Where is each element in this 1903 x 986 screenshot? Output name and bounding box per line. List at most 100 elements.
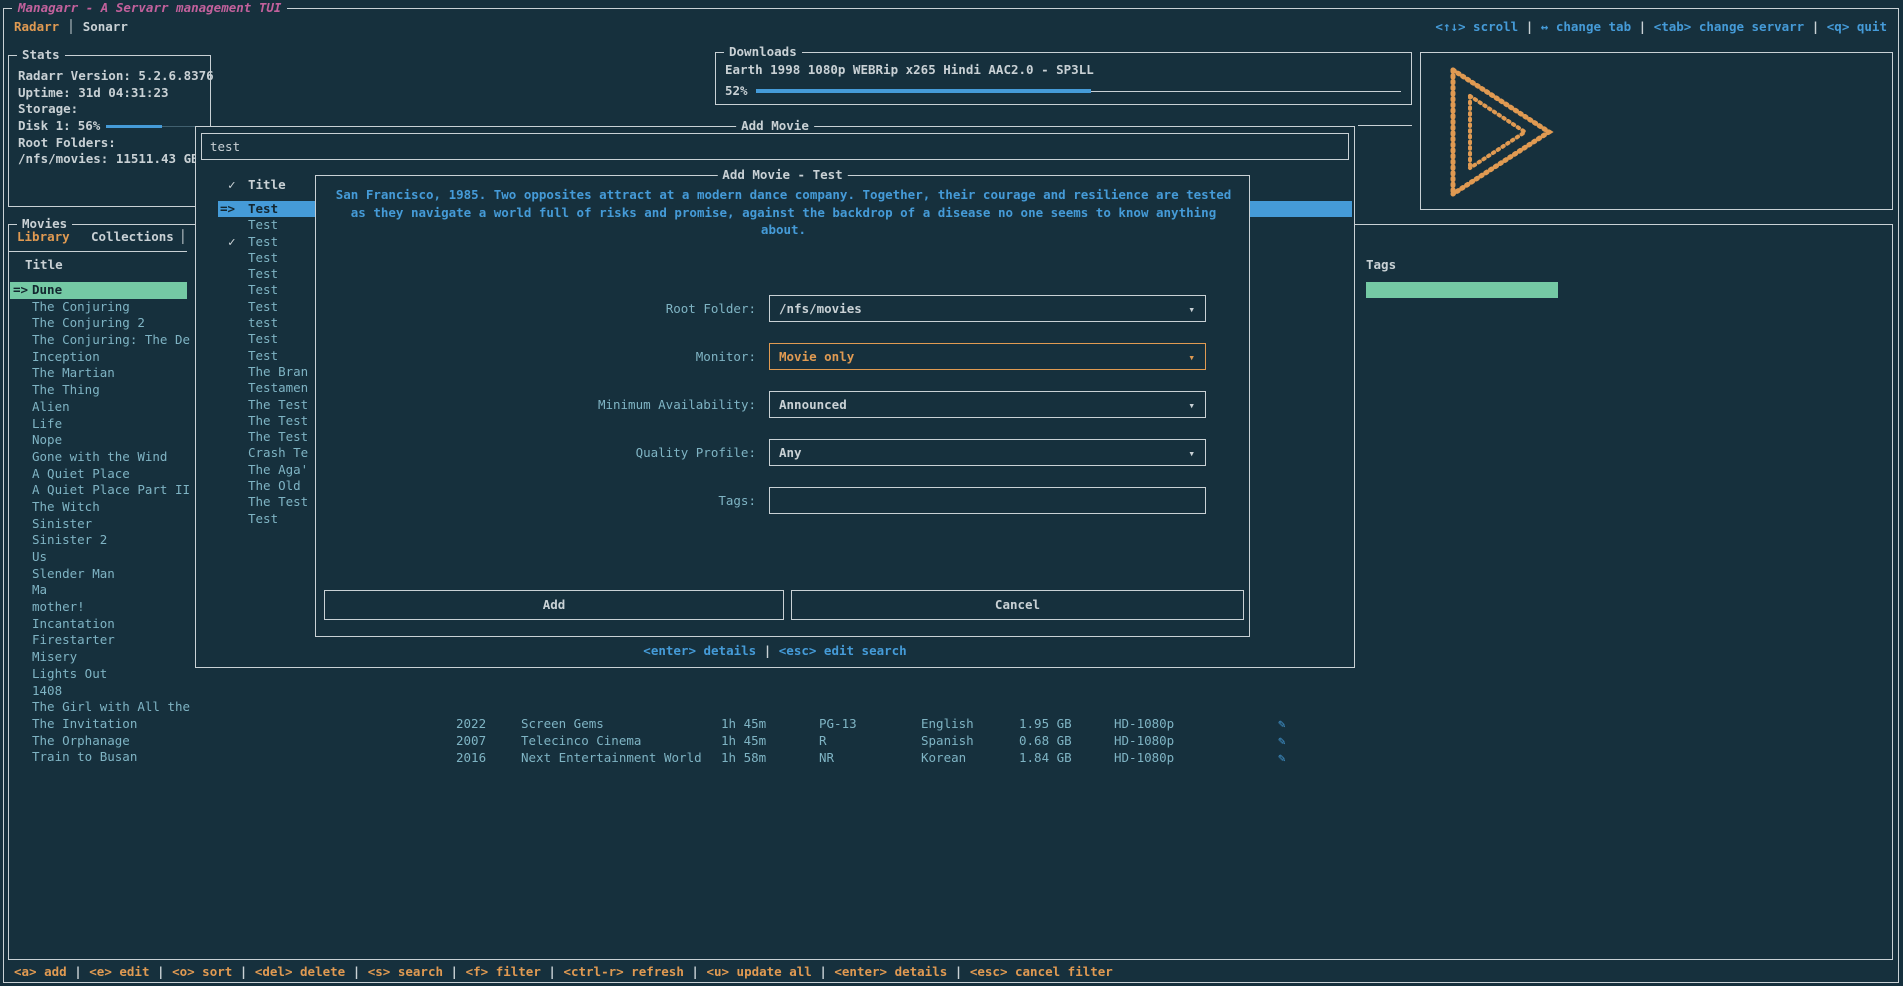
result-title: The Test bbox=[248, 429, 308, 446]
chevron-down-icon: ▾ bbox=[1188, 345, 1195, 370]
download-item-name: Earth 1998 1080p WEBRip x265 Hindi AAC2.… bbox=[725, 62, 1094, 79]
result-title: The Test bbox=[248, 413, 308, 430]
stats-panel: Stats Radarr Version: 5.2.6.8376 Uptime:… bbox=[8, 55, 211, 207]
quality-profile-label: Quality Profile: bbox=[316, 439, 756, 466]
result-title: Test bbox=[248, 217, 278, 234]
uptime: Uptime: 31d 04:31:23 bbox=[18, 85, 206, 102]
form-row-tags: Tags: bbox=[316, 487, 1249, 514]
keybinding-hint: ↔ change tab bbox=[1541, 19, 1631, 34]
result-title: Test bbox=[248, 282, 278, 299]
keybinding-hint: <ctrl-r> refresh bbox=[563, 964, 683, 979]
movie-studio: Screen Gems bbox=[521, 716, 604, 733]
search-value: test bbox=[210, 139, 240, 154]
keybinding-hint: <f> filter bbox=[466, 964, 541, 979]
movie-studio: Telecinco Cinema bbox=[521, 733, 641, 750]
separator: | bbox=[947, 964, 970, 979]
root-folder-label: Root Folder: bbox=[316, 295, 756, 322]
separator: | bbox=[443, 964, 466, 979]
result-title: Crash Te bbox=[248, 445, 308, 462]
movie-quality: HD-1080p bbox=[1114, 716, 1174, 733]
movie-row-details[interactable]: 2022Screen Gems1h 45mPG-13English1.95 GB… bbox=[9, 716, 1892, 733]
separator: | bbox=[756, 643, 779, 658]
add-button[interactable]: Add bbox=[324, 590, 784, 620]
movie-quality: HD-1080p bbox=[1114, 733, 1174, 750]
result-title: The Old bbox=[248, 478, 301, 495]
cancel-button[interactable]: Cancel bbox=[791, 590, 1244, 620]
quality-profile-value: Any bbox=[779, 445, 802, 460]
chevron-down-icon: ▾ bbox=[1188, 297, 1195, 322]
movie-rating: NR bbox=[819, 750, 834, 767]
movie-rating: PG-13 bbox=[819, 716, 857, 733]
downloads-title: Downloads bbox=[724, 44, 802, 61]
movie-size: 0.68 GB bbox=[1019, 733, 1072, 750]
result-title: Test bbox=[248, 201, 278, 218]
keybinding-hint: <s> search bbox=[368, 964, 443, 979]
separator: | bbox=[1804, 19, 1827, 34]
root-folder-value: /nfs/movies: 11511.43 GB bbox=[18, 151, 206, 168]
tags-input[interactable] bbox=[769, 487, 1206, 514]
separator: | bbox=[232, 964, 255, 979]
movie-runtime: 1h 58m bbox=[721, 750, 766, 767]
root-folder-value: /nfs/movies bbox=[779, 301, 862, 316]
chevron-down-icon: ▾ bbox=[1188, 393, 1195, 418]
keybinding-hint: <↑↓> scroll bbox=[1435, 19, 1518, 34]
monitor-value: Movie only bbox=[779, 349, 854, 364]
minimum-availability-label: Minimum Availability: bbox=[316, 391, 756, 418]
logo-panel bbox=[1420, 52, 1893, 210]
tags-label: Tags: bbox=[316, 487, 756, 514]
result-title: Test bbox=[248, 331, 278, 348]
movie-language: Spanish bbox=[921, 733, 974, 750]
minimum-availability-value: Announced bbox=[779, 397, 847, 412]
tab-sonarr[interactable]: Sonarr bbox=[83, 19, 128, 34]
result-title: The Test bbox=[248, 494, 308, 511]
result-title: test bbox=[248, 315, 278, 332]
separator: | bbox=[149, 964, 172, 979]
selection-arrow-icon: => bbox=[220, 201, 235, 218]
keybinding-hint: <enter> details bbox=[643, 643, 756, 658]
disk-label: Disk 1: bbox=[18, 118, 71, 135]
pencil-icon: ✎ bbox=[1278, 750, 1286, 767]
keybinding-hint: <esc> cancel filter bbox=[970, 964, 1113, 979]
keybinding-hint: <enter> details bbox=[834, 964, 947, 979]
keybinding-hint: <u> update all bbox=[706, 964, 811, 979]
add-button-label: Add bbox=[543, 597, 566, 612]
movie-size: 1.84 GB bbox=[1019, 750, 1072, 767]
stats-title: Stats bbox=[17, 47, 65, 64]
disk-usage-row: Disk 1: 56% bbox=[18, 118, 206, 135]
monitor-select[interactable]: Movie only ▾ bbox=[769, 343, 1206, 370]
form-row-quality-profile: Quality Profile: Any▾ bbox=[316, 439, 1249, 466]
downloads-panel: Downloads Earth 1998 1080p WEBRip x265 H… bbox=[715, 52, 1412, 105]
separator: | bbox=[812, 964, 835, 979]
separator: | bbox=[345, 964, 368, 979]
root-folders-label: Root Folders: bbox=[18, 135, 206, 152]
movie-size: 1.95 GB bbox=[1019, 716, 1072, 733]
result-title: Test bbox=[248, 299, 278, 316]
pencil-icon: ✎ bbox=[1278, 733, 1286, 750]
movie-runtime: 1h 45m bbox=[721, 716, 766, 733]
tab-radarr[interactable]: Radarr bbox=[14, 19, 59, 34]
movie-row-details[interactable]: 2016Next Entertainment World1h 58mNRKore… bbox=[9, 750, 1892, 767]
result-title: The Aga' bbox=[248, 462, 308, 479]
result-title: Test bbox=[248, 234, 278, 251]
movie-quality: HD-1080p bbox=[1114, 750, 1174, 767]
quality-profile-select[interactable]: Any▾ bbox=[769, 439, 1206, 466]
root-folder-select[interactable]: /nfs/movies ▾ bbox=[769, 295, 1206, 322]
cancel-button-label: Cancel bbox=[995, 597, 1040, 612]
download-progress-gauge bbox=[756, 89, 1401, 93]
form-row-root-folder: Root Folder: /nfs/movies ▾ bbox=[316, 295, 1249, 322]
keybinding-hint: <esc> edit search bbox=[779, 643, 907, 658]
managarr-app: Managarr - A Servarr management TUI Rada… bbox=[0, 0, 1903, 986]
minimum-availability-select[interactable]: Announced ▾ bbox=[769, 391, 1206, 418]
movie-year: 2022 bbox=[456, 716, 486, 733]
managarr-logo-icon bbox=[1443, 62, 1561, 202]
separator: | bbox=[541, 964, 564, 979]
movie-runtime: 1h 45m bbox=[721, 733, 766, 750]
keybinding-hint: <e> edit bbox=[89, 964, 149, 979]
movie-row-details[interactable]: 2007Telecinco Cinema1h 45mRSpanish0.68 G… bbox=[9, 733, 1892, 750]
movie-description: San Francisco, 1985. Two opposites attra… bbox=[328, 186, 1239, 239]
check-icon: ✓ bbox=[228, 234, 236, 251]
download-progress: 52% bbox=[725, 83, 1401, 100]
movie-search-input[interactable]: test bbox=[201, 133, 1349, 160]
form-row-minimum-availability: Minimum Availability: Announced ▾ bbox=[316, 391, 1249, 418]
modal-title: Add Movie - Test bbox=[717, 167, 847, 184]
